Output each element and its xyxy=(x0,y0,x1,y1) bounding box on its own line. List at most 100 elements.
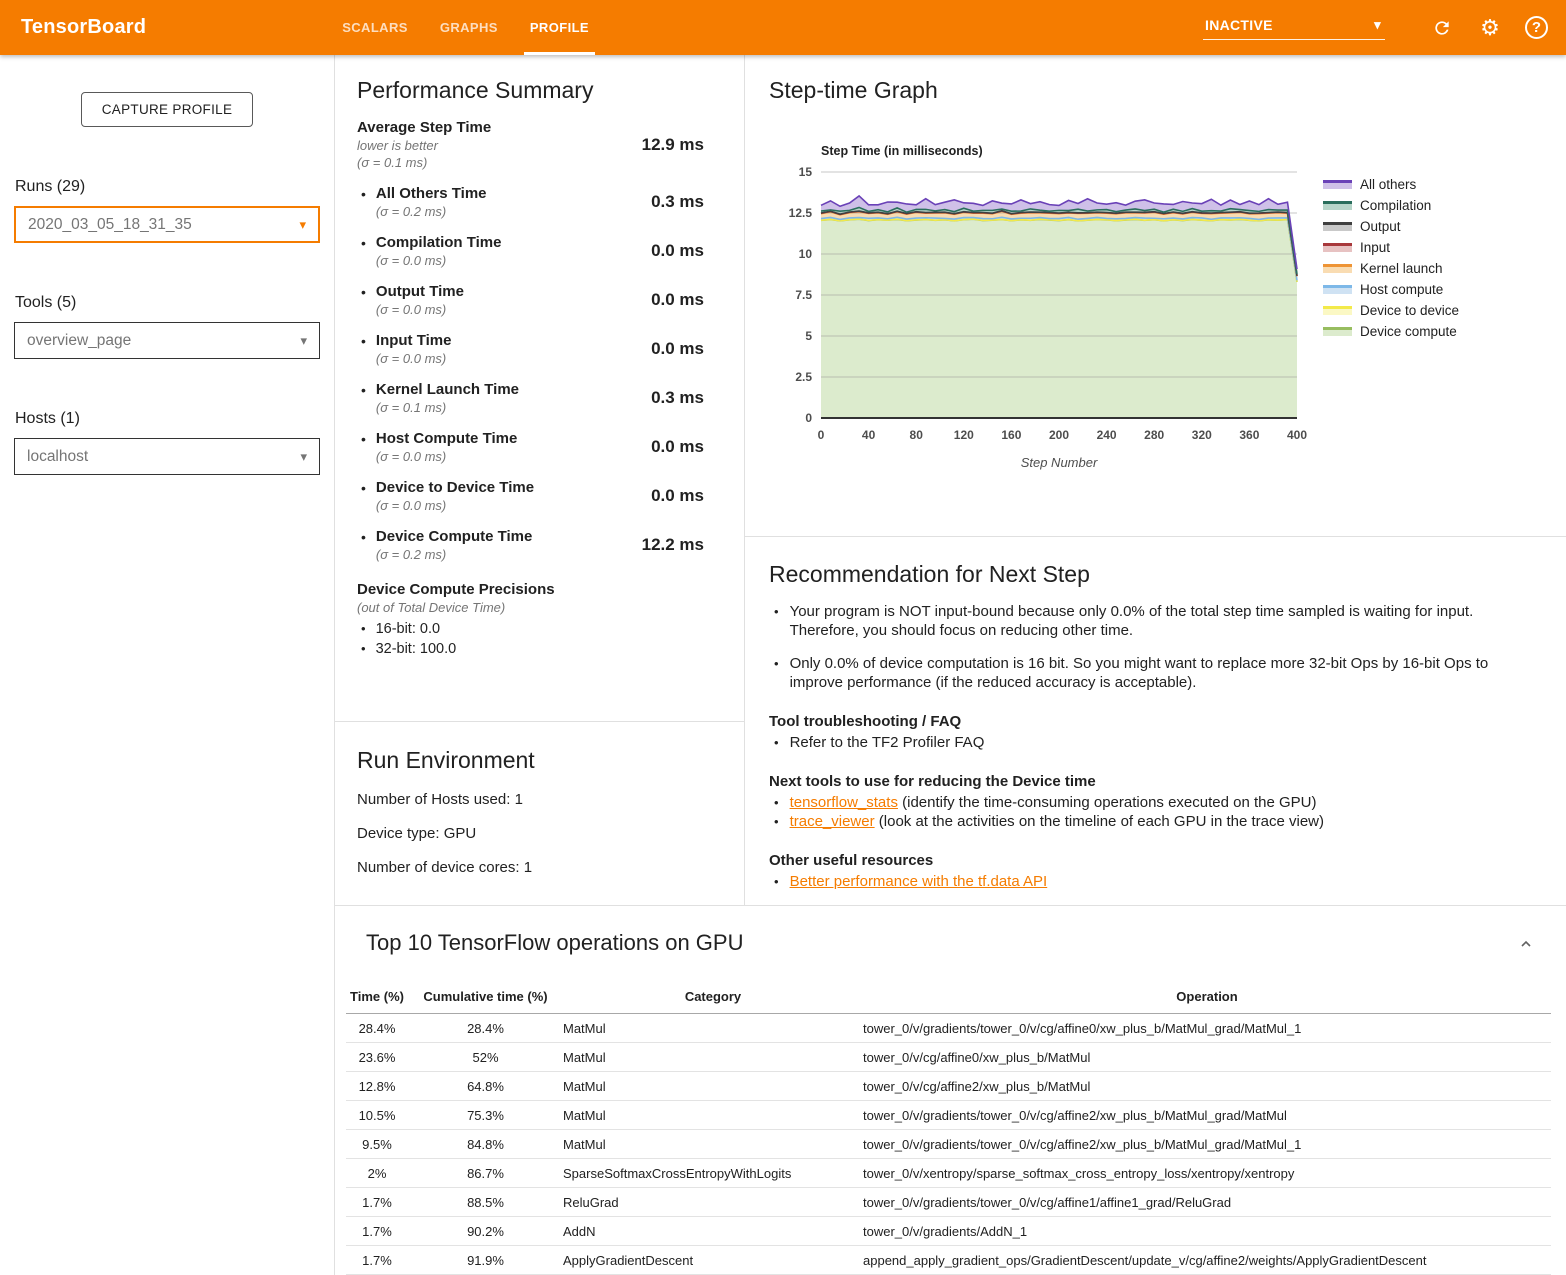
tool-link[interactable]: tensorflow_stats xyxy=(790,794,898,811)
legend-swatch-icon xyxy=(1323,285,1352,294)
legend-label: Host compute xyxy=(1360,282,1443,297)
status-dropdown[interactable]: INACTIVE ▾ xyxy=(1203,15,1385,40)
cell-cumulative: 91.9% xyxy=(408,1246,563,1275)
column-header-cumulative: Cumulative time (%) xyxy=(408,983,563,1014)
chevron-down-icon: ▾ xyxy=(300,449,307,465)
table-row: 9.5% 84.8% MatMul tower_0/v/gradients/to… xyxy=(346,1130,1551,1159)
recommendation-bullets: Your program is NOT input-bound because … xyxy=(769,602,1526,692)
tab-scalars[interactable]: SCALARS xyxy=(326,0,424,55)
run-environment-panel: Run Environment Number of Hosts used: 1D… xyxy=(335,722,744,876)
faq-list: Refer to the TF2 Profiler FAQ xyxy=(769,733,1526,752)
metric-value: 0.0 ms xyxy=(651,339,704,359)
cell-category: SparseSoftmaxCrossEntropyWithLogits xyxy=(563,1159,863,1188)
resource-link[interactable]: Better performance with the tf.data API xyxy=(790,873,1048,890)
metric-value: 12.2 ms xyxy=(642,535,704,555)
cell-cumulative: 84.8% xyxy=(408,1130,563,1159)
legend-item: Host compute xyxy=(1323,279,1459,300)
performance-column: Performance Summary Average Step Time lo… xyxy=(335,55,745,905)
precisions-note: (out of Total Device Time) xyxy=(357,600,704,615)
hosts-label: Hosts (1) xyxy=(15,410,334,428)
faq-text: Refer to the TF2 Profiler FAQ xyxy=(790,733,985,752)
cell-time: 1.7% xyxy=(346,1188,408,1217)
cell-time: 28.4% xyxy=(346,1014,408,1043)
cell-operation: tower_0/v/gradients/AddN_1 xyxy=(863,1217,1551,1246)
step-time-graph-title: Step-time Graph xyxy=(769,77,1566,104)
cell-time: 9.5% xyxy=(346,1130,408,1159)
bullet-icon: • xyxy=(361,529,366,562)
svg-text:120: 120 xyxy=(954,428,974,442)
cell-category: MatMul xyxy=(563,1130,863,1159)
metric-value: 0.0 ms xyxy=(651,241,704,261)
svg-text:12.5: 12.5 xyxy=(789,206,813,220)
help-icon[interactable]: ? xyxy=(1525,16,1548,39)
next-tools-heading: Next tools to use for reducing the Devic… xyxy=(769,773,1526,790)
resource-link-item: Better performance with the tf.data API xyxy=(769,872,1526,891)
cell-category: MatMul xyxy=(563,1014,863,1043)
average-step-time: Average Step Time lower is better (σ = 0… xyxy=(357,119,704,170)
chevron-down-icon: ▾ xyxy=(300,333,307,349)
tab-graphs[interactable]: GRAPHS xyxy=(424,0,514,55)
recommendation-text: Your program is NOT input-bound because … xyxy=(790,602,1526,640)
metric-sigma: (σ = 0.0 ms) xyxy=(376,302,464,317)
operations-table: Time (%) Cumulative time (%) Category Op… xyxy=(346,983,1551,1275)
cell-time: 12.8% xyxy=(346,1072,408,1101)
metric-sigma: (σ = 0.0 ms) xyxy=(376,449,517,464)
cell-time: 23.6% xyxy=(346,1043,408,1072)
precision-item: 16-bit: 0.0 xyxy=(357,619,704,639)
legend-label: Output xyxy=(1360,219,1401,234)
metric-name: Output Time xyxy=(376,283,464,300)
run-environment-lines: Number of Hosts used: 1Device type: GPUN… xyxy=(357,791,722,876)
tool-link-item: trace_viewer (look at the activities on … xyxy=(769,812,1526,831)
legend-swatch-icon xyxy=(1323,201,1352,210)
tool-link[interactable]: trace_viewer xyxy=(790,813,875,830)
app-title: TensorBoard xyxy=(0,0,166,55)
metric-list: • All Others Time (σ = 0.2 ms) 0.3 ms • xyxy=(357,185,704,562)
chevron-up-icon[interactable] xyxy=(1518,936,1534,957)
tool-link-description: (look at the activities on the timeline … xyxy=(875,813,1324,830)
metric-sigma: (σ = 0.0 ms) xyxy=(376,351,452,366)
precisions-list: 16-bit: 0.032-bit: 100.0 xyxy=(357,619,704,659)
legend-label: Compilation xyxy=(1360,198,1431,213)
legend-item: Device compute xyxy=(1323,321,1459,342)
run-environment-line: Number of device cores: 1 xyxy=(357,859,722,876)
cell-operation: tower_0/v/xentropy/sparse_softmax_cross_… xyxy=(863,1159,1551,1188)
svg-text:40: 40 xyxy=(862,428,876,442)
metric-sigma: (σ = 0.1 ms) xyxy=(376,400,519,415)
cell-category: AddN xyxy=(563,1217,863,1246)
cell-cumulative: 52% xyxy=(408,1043,563,1072)
metric-name: Device Compute Time xyxy=(376,528,532,545)
metric-name: Input Time xyxy=(376,332,452,349)
legend-label: Input xyxy=(1360,240,1390,255)
cell-operation: tower_0/v/gradients/tower_0/v/cg/affine2… xyxy=(863,1130,1551,1159)
svg-text:200: 200 xyxy=(1049,428,1069,442)
legend-item: Output xyxy=(1323,216,1459,237)
hosts-select[interactable]: localhost ▾ xyxy=(14,438,320,475)
tab-profile[interactable]: PROFILE xyxy=(514,0,605,55)
sidebar: CAPTURE PROFILE Runs (29) 2020_03_05_18_… xyxy=(0,55,335,1275)
capture-profile-button[interactable]: CAPTURE PROFILE xyxy=(81,92,254,127)
refresh-icon[interactable] xyxy=(1429,15,1455,41)
legend-label: Kernel launch xyxy=(1360,261,1443,276)
cell-operation: append_apply_gradient_ops/GradientDescen… xyxy=(863,1246,1551,1275)
nav-tabs: SCALARS GRAPHS PROFILE xyxy=(326,0,605,55)
metric-value: 0.3 ms xyxy=(651,388,704,408)
cell-category: ApplyGradientDescent xyxy=(563,1246,863,1275)
runs-select[interactable]: 2020_03_05_18_31_35 ▾ xyxy=(14,206,320,243)
cell-time: 1.7% xyxy=(346,1246,408,1275)
svg-text:320: 320 xyxy=(1192,428,1212,442)
chevron-down-icon: ▾ xyxy=(1374,17,1381,33)
graph-column: Step-time Graph Step Time (in millisecon… xyxy=(745,55,1566,905)
legend-label: Device to device xyxy=(1360,303,1459,318)
column-header-time: Time (%) xyxy=(346,983,408,1014)
faq-item: Refer to the TF2 Profiler FAQ xyxy=(769,733,1526,752)
metric-sigma: (σ = 0.2 ms) xyxy=(376,547,532,562)
settings-gear-icon[interactable]: ⚙ xyxy=(1477,15,1503,41)
hosts-select-value: localhost xyxy=(27,448,88,466)
legend-swatch-icon xyxy=(1323,180,1352,189)
tools-select[interactable]: overview_page ▾ xyxy=(14,322,320,359)
cell-operation: tower_0/v/cg/affine0/xw_plus_b/MatMul xyxy=(863,1043,1551,1072)
cell-category: MatMul xyxy=(563,1072,863,1101)
metric-sigma: (σ = 0.0 ms) xyxy=(376,253,502,268)
svg-text:240: 240 xyxy=(1097,428,1117,442)
top10-operations-panel: Top 10 TensorFlow operations on GPU Time… xyxy=(335,906,1566,1275)
